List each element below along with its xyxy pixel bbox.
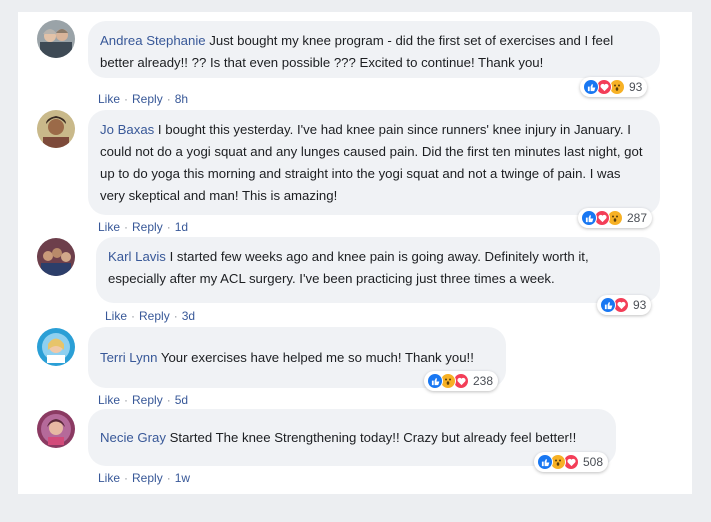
like-reaction-icon — [583, 79, 599, 95]
comment-bubble: Andrea Stephanie Just bought my knee pro… — [88, 21, 660, 78]
like-link[interactable]: Like — [98, 393, 120, 407]
avatar[interactable] — [37, 238, 75, 276]
comment-text: I bought this yesterday. I've had knee p… — [100, 122, 643, 203]
comment-timestamp[interactable]: 1d — [175, 220, 188, 234]
comment-author[interactable]: Necie Gray — [100, 430, 166, 445]
reply-link[interactable]: Reply — [132, 92, 163, 106]
reaction-count: 508 — [583, 455, 604, 469]
comment-bubble: Jo Baxas I bought this yesterday. I've h… — [88, 110, 660, 215]
comment-actions: Like · Reply · 3d — [105, 309, 196, 323]
reaction-summary[interactable]: 287 — [578, 208, 653, 228]
avatar[interactable] — [37, 20, 75, 58]
like-link[interactable]: Like — [98, 220, 120, 234]
comment-author[interactable]: Karl Lavis — [108, 249, 166, 264]
avatar[interactable] — [37, 110, 75, 148]
reply-link[interactable]: Reply — [132, 393, 163, 407]
comment-timestamp[interactable]: 3d — [182, 309, 195, 323]
like-reaction-icon — [537, 454, 553, 470]
like-link[interactable]: Like — [98, 471, 120, 485]
reaction-count: 287 — [627, 211, 648, 225]
reply-link[interactable]: Reply — [132, 471, 163, 485]
reaction-count: 93 — [629, 80, 643, 94]
reaction-summary[interactable]: 238 — [424, 371, 499, 391]
reaction-summary[interactable]: 93 — [597, 295, 652, 315]
reaction-summary[interactable]: 508 — [534, 452, 609, 472]
reaction-count: 238 — [473, 374, 494, 388]
comment-author[interactable]: Terri Lynn — [100, 350, 157, 365]
like-reaction-icon — [427, 373, 443, 389]
comment-author[interactable]: Jo Baxas — [100, 122, 154, 137]
comment-actions: Like · Reply · 1d — [98, 220, 189, 234]
reply-link[interactable]: Reply — [139, 309, 170, 323]
comment-text: Started The knee Strengthening today!! C… — [169, 430, 577, 445]
like-link[interactable]: Like — [98, 92, 120, 106]
avatar[interactable] — [37, 328, 75, 366]
comment-bubble: Karl Lavis I started few weeks ago and k… — [96, 237, 660, 303]
comment-text: Your exercises have helped me so much! T… — [160, 350, 474, 365]
like-reaction-icon — [600, 297, 616, 313]
like-reaction-icon — [581, 210, 597, 226]
reaction-count: 93 — [633, 298, 647, 312]
comment-timestamp[interactable]: 5d — [175, 393, 188, 407]
comment-actions: Like · Reply · 8h — [98, 92, 189, 106]
comment-author[interactable]: Andrea Stephanie — [100, 33, 206, 48]
comment-actions: Like · Reply · 1w — [98, 471, 191, 485]
comment-timestamp[interactable]: 8h — [175, 92, 188, 106]
reply-link[interactable]: Reply — [132, 220, 163, 234]
like-link[interactable]: Like — [105, 309, 127, 323]
comment-text: I started few weeks ago and knee pain is… — [108, 249, 589, 286]
avatar[interactable] — [37, 410, 75, 448]
comment-actions: Like · Reply · 5d — [98, 393, 189, 407]
reaction-summary[interactable]: 93 — [580, 77, 648, 97]
comment-timestamp[interactable]: 1w — [175, 471, 190, 485]
